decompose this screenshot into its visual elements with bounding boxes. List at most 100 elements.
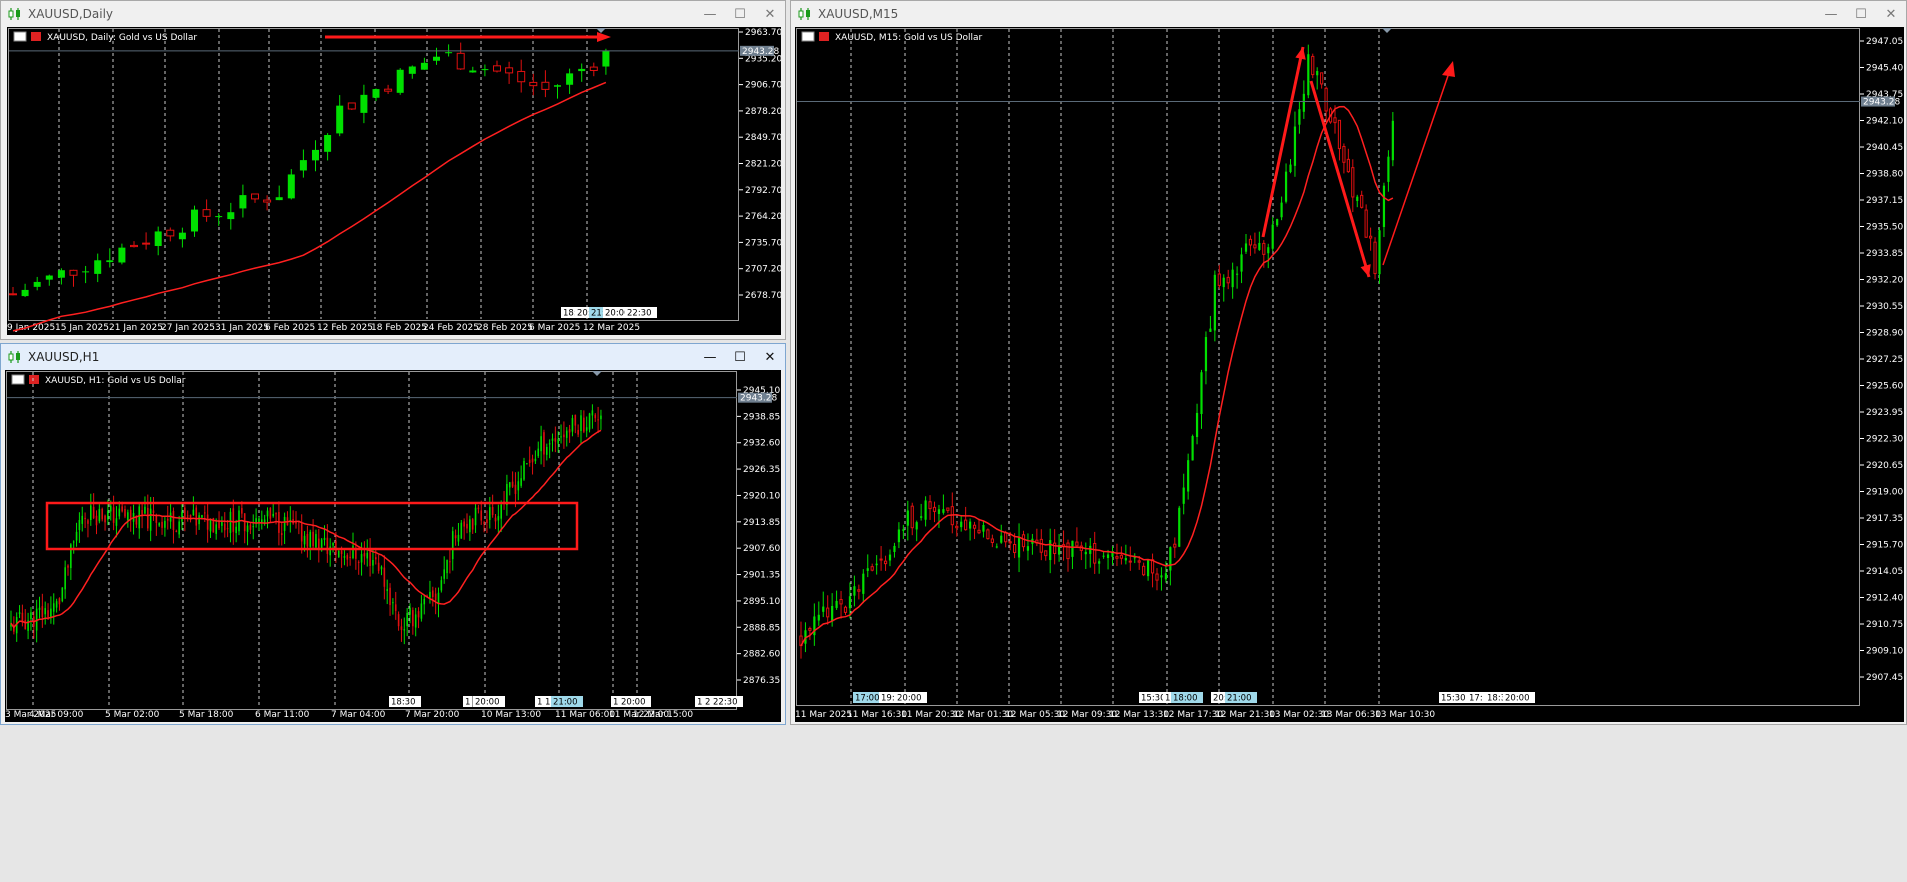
y-tick-label: 2915.70 <box>1866 541 1903 551</box>
candle-body <box>1373 241 1377 275</box>
candle-body <box>1226 276 1230 284</box>
candle-body <box>893 545 896 552</box>
session-time-label: 15:30 <box>1441 694 1466 704</box>
x-tick-label: 6 Mar 11:00 <box>255 710 310 720</box>
minimize-button[interactable]: — <box>695 346 725 368</box>
candle-body <box>202 209 211 217</box>
maximize-button[interactable]: ☐ <box>725 3 755 25</box>
candle-body <box>166 518 169 521</box>
candle-body <box>124 509 126 517</box>
candle-body <box>857 589 861 592</box>
candle-body <box>38 607 41 610</box>
x-tick-label: 12 Mar 15:00 <box>633 710 693 720</box>
candle-body <box>1191 436 1194 461</box>
candle-body <box>78 520 81 530</box>
minimize-button[interactable]: — <box>695 3 725 25</box>
candle-body <box>1013 543 1017 553</box>
close-button[interactable]: ✕ <box>755 346 785 368</box>
chart-area-h1[interactable]: XAUUSD, H1: Gold vs US Dollar 3 Mar 2025 4… <box>5 370 781 722</box>
candle-body <box>9 293 17 296</box>
session-time-label: 20:00 <box>1505 694 1530 704</box>
chart-title: XAUUSD, H1: Gold vs US Dollar <box>45 376 186 386</box>
candle-body <box>1364 209 1368 238</box>
candle-body <box>147 507 149 529</box>
y-tick-label: 2932.60 <box>743 439 780 449</box>
candle-body <box>269 507 272 519</box>
titlebar-daily[interactable]: XAUUSD,Daily — ☐ ✕ <box>1 1 785 27</box>
candle-body <box>486 519 488 524</box>
y-tick-label: 2912.40 <box>1866 594 1903 604</box>
candle-body <box>64 567 66 590</box>
candle-body <box>1178 507 1181 547</box>
session-time-label: 22:30 <box>713 698 738 708</box>
y-tick-label: 2901.35 <box>743 571 780 581</box>
chart-canvas-h1[interactable]: XAUUSD, H1: Gold vs US Dollar3 Mar 20254… <box>5 370 781 722</box>
chart-canvas-m15[interactable]: XAUUSD, M15: Gold vs US Dollar 11 Mar 202… <box>795 27 1904 722</box>
candle-body <box>497 516 500 521</box>
chart-area-m15[interactable]: XAUUSD, M15: Gold vs US Dollar 11 Mar 202… <box>795 27 1904 722</box>
candle-body <box>1356 196 1359 201</box>
x-tick-label: 28 Feb 2025 <box>477 323 533 333</box>
y-tick-label: 2895.10 <box>743 597 780 607</box>
y-tick-label: 2947.05 <box>1866 37 1903 47</box>
candle-body <box>1337 119 1342 150</box>
x-tick-label: 5 Mar 18:00 <box>179 710 234 720</box>
chart-window-h1[interactable]: XAUUSD,H1 — ☐ ✕ XAUUSD, H1: Gold vs US D… <box>0 343 786 725</box>
x-tick-label: 13 Mar 06:30 <box>1321 710 1381 720</box>
session-time-label: 17: <box>1469 694 1483 704</box>
y-tick-label: 2930.55 <box>1866 302 1903 312</box>
session-time-label: 1 <box>1165 694 1170 704</box>
candle-body <box>508 482 511 488</box>
close-button[interactable]: ✕ <box>1876 3 1906 25</box>
minimize-button[interactable]: — <box>1816 3 1846 25</box>
candle-body <box>30 612 32 619</box>
candle-body <box>191 209 198 232</box>
candle-body <box>1289 164 1292 173</box>
candle-body <box>90 505 92 521</box>
candle-body <box>92 506 95 519</box>
maximize-button[interactable]: ☐ <box>1846 3 1876 25</box>
session-time-label: 15:30 <box>1141 694 1166 704</box>
candle-body <box>432 590 434 598</box>
candle-body <box>161 521 163 528</box>
maximize-button[interactable]: ☐ <box>725 346 755 368</box>
candle-body <box>924 500 927 520</box>
candle-body <box>528 459 531 463</box>
candle-body <box>263 199 272 203</box>
candle-body <box>326 537 329 554</box>
candle-body <box>526 463 528 465</box>
candle-body <box>483 522 485 524</box>
chart-window-daily[interactable]: XAUUSD,Daily — ☐ ✕ XAUUSD, Daily: Gold v… <box>0 0 786 340</box>
candle-body <box>340 550 343 555</box>
candle-body <box>1382 185 1386 228</box>
chart-area-daily[interactable]: XAUUSD, Daily: Gold vs US Dollar 9 Jan 20… <box>7 27 782 335</box>
x-tick-label: 6 Mar 2025 <box>529 323 580 333</box>
chart-window-m15[interactable]: XAUUSD,M15 — ☐ ✕ XAUUSD, M15: Gold vs US… <box>790 0 1907 725</box>
candle-body <box>1089 545 1092 554</box>
candle-body <box>511 481 514 487</box>
consolidation-box-annotation <box>45 501 579 551</box>
titlebar-h1[interactable]: XAUUSD,H1 — ☐ ✕ <box>1 344 785 370</box>
chart-canvas-daily[interactable]: XAUUSD, Daily: Gold vs US Dollar 9 Jan 20… <box>7 27 782 335</box>
candle-body <box>977 529 981 534</box>
candle-body <box>349 556 351 558</box>
candle-body <box>964 519 968 531</box>
candle-body <box>883 560 888 565</box>
candle-body <box>239 195 247 209</box>
candle-body <box>423 598 426 605</box>
session-time-label: 21:00 <box>1227 694 1252 704</box>
y-tick-label: 2938.80 <box>1866 170 1903 180</box>
candle-body <box>1173 543 1177 548</box>
close-button[interactable]: ✕ <box>755 3 785 25</box>
candle-body <box>33 281 41 287</box>
candle-body <box>529 81 538 87</box>
candle-body <box>266 510 269 517</box>
y-tick-label: 2914.05 <box>1866 567 1903 577</box>
candle-body <box>1240 254 1243 272</box>
titlebar-m15[interactable]: XAUUSD,M15 — ☐ ✕ <box>791 1 1906 27</box>
candle-body <box>1000 535 1003 543</box>
candle-body <box>500 504 502 519</box>
session-time-label: 22:30 <box>627 309 652 319</box>
candle-body <box>440 580 443 591</box>
candle-body <box>1351 167 1355 198</box>
